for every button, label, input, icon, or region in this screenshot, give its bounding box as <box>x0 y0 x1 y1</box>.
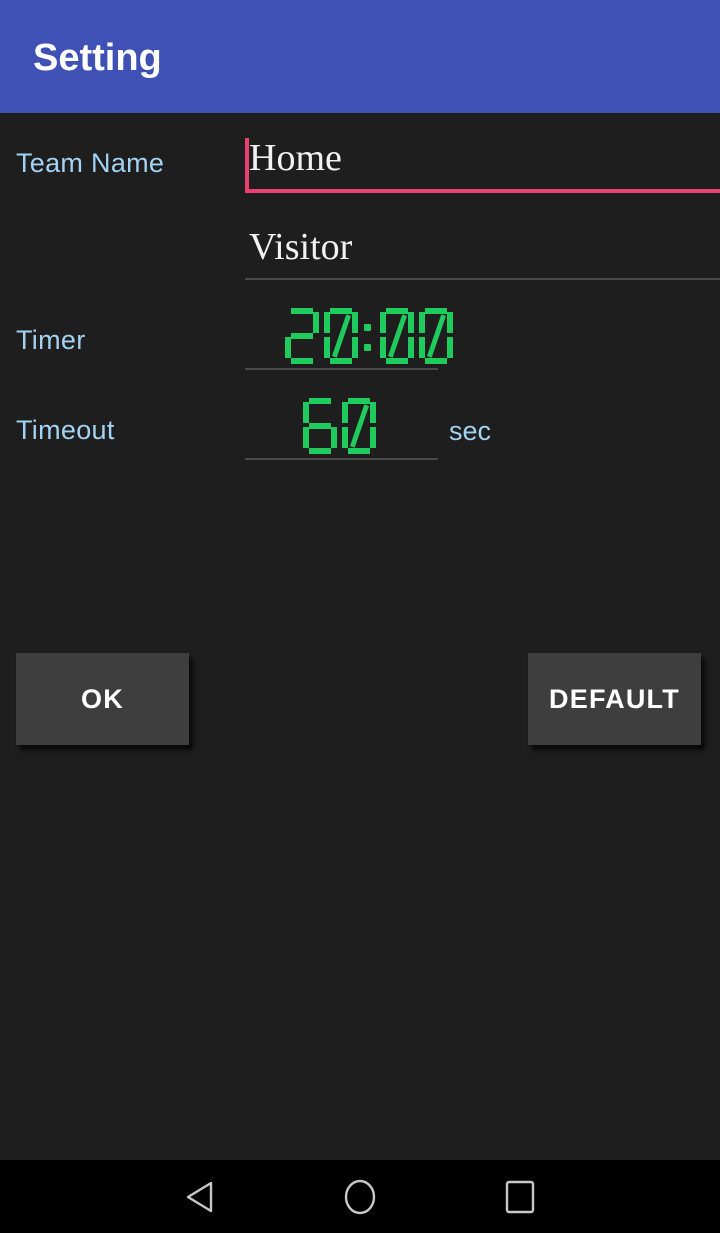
home-circle-icon <box>344 1179 376 1214</box>
seg-digit <box>303 398 337 454</box>
android-nav-bar <box>0 1160 720 1233</box>
ok-button[interactable]: OK <box>16 653 189 745</box>
timer-input-underline <box>245 368 438 370</box>
seg-digit <box>380 308 414 364</box>
timeout-unit-label: sec <box>449 416 492 446</box>
seg-digit <box>419 308 453 364</box>
visitor-team-input[interactable] <box>245 224 715 276</box>
nav-home-button[interactable] <box>300 1160 420 1233</box>
nav-recents-button[interactable] <box>460 1160 580 1233</box>
seg-digit <box>342 398 376 454</box>
page-title: Setting <box>33 37 162 79</box>
timeout-input-underline <box>245 458 438 460</box>
seg-digit <box>285 308 319 364</box>
nav-back-button[interactable] <box>140 1160 260 1233</box>
seg-digit <box>324 308 358 364</box>
timeout-value-display[interactable] <box>303 398 381 454</box>
visitor-input-underline <box>245 278 720 280</box>
timer-label: Timer <box>16 325 86 355</box>
seg-colon <box>363 308 375 364</box>
recents-square-icon <box>505 1180 535 1213</box>
home-team-input[interactable] <box>245 135 715 187</box>
settings-content: Team Name Timer 20:00 Timeout 60 sec OK … <box>0 113 720 1160</box>
timeout-label: Timeout <box>16 415 115 445</box>
back-triangle-icon <box>186 1181 213 1212</box>
app-bar: Setting <box>0 0 720 113</box>
timer-value-display[interactable] <box>285 308 458 364</box>
default-button[interactable]: DEFAULT <box>528 653 701 745</box>
home-input-underline <box>245 189 720 193</box>
team-name-label: Team Name <box>16 148 165 178</box>
settings-screen: Setting Team Name Timer 20:00 Timeout 60… <box>0 0 720 1233</box>
